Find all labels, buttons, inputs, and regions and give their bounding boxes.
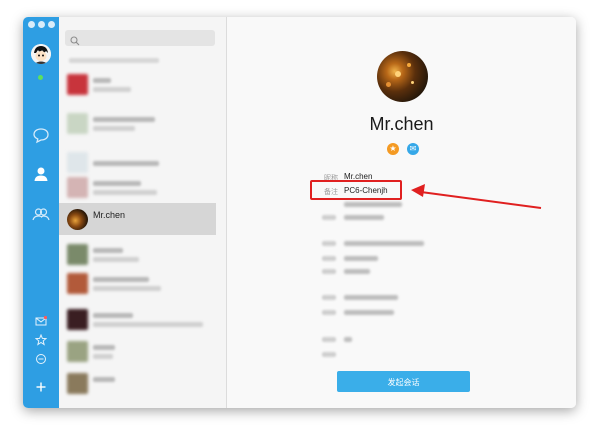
app-window: Mr.chen Mr.chen ★ ✉ 昵称 Mr.chen 备注 PC6-Ch… bbox=[23, 17, 576, 408]
annotation-arrow bbox=[411, 184, 542, 209]
